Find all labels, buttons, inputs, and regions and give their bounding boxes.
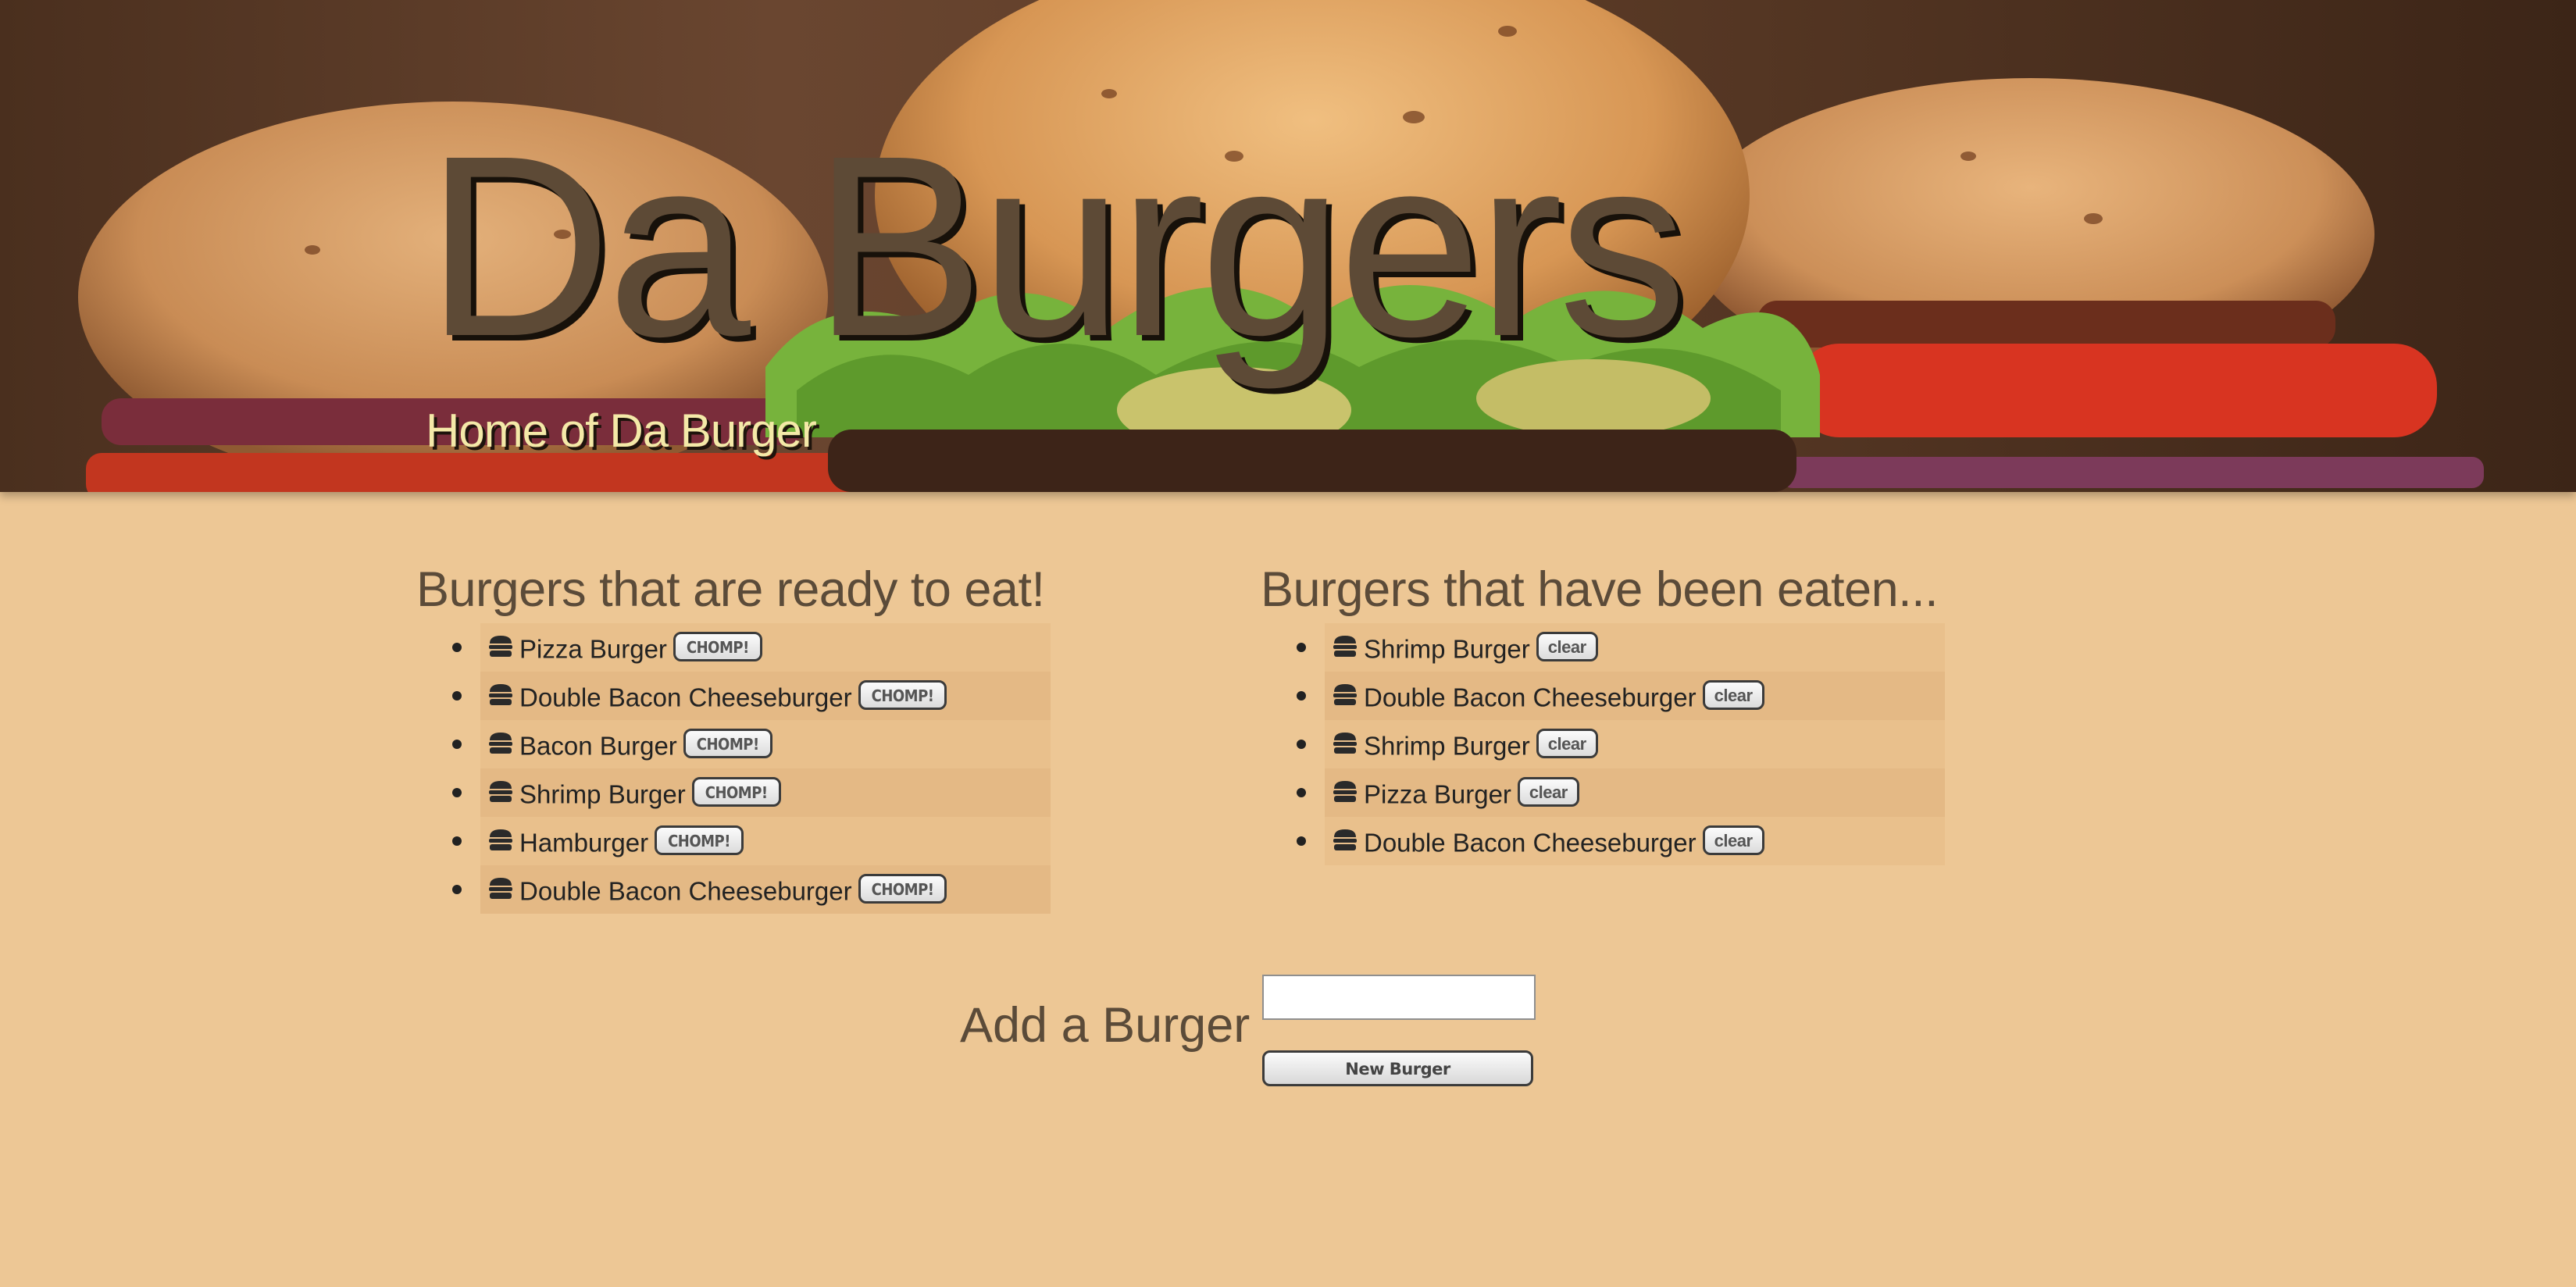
burger-name: Shrimp Burger: [1364, 731, 1530, 761]
burger-name: Shrimp Burger: [519, 779, 686, 809]
list-item: Shrimp Burger clear: [1297, 720, 1945, 768]
list-bullet: [1297, 691, 1306, 701]
hamburger-icon: [1333, 733, 1357, 754]
burger-name: Double Bacon Cheeseburger: [1364, 828, 1697, 857]
page-title: Da Burgers: [426, 102, 1687, 390]
hamburger-icon: [489, 829, 512, 851]
list-bullet: [452, 885, 462, 894]
chomp-button[interactable]: CHOMP!: [858, 680, 947, 711]
eaten-burger-list: Shrimp Burger clear Double Bacon Cheesebur…: [1261, 623, 1945, 865]
burger-name: Double Bacon Cheeseburger: [519, 876, 852, 906]
page-subtitle: Home of Da Burger: [426, 405, 817, 457]
new-burger-button[interactable]: New Burger: [1262, 1050, 1533, 1086]
chomp-button[interactable]: CHOMP!: [858, 874, 947, 904]
ready-to-eat-section: Burgers that are ready to eat! Pizza Bur…: [416, 556, 1051, 914]
burger-name: Shrimp Burger: [1364, 634, 1530, 664]
list-item: Pizza Burger clear: [1297, 768, 1945, 817]
list-bullet: [1297, 836, 1306, 846]
burger-name: Pizza Burger: [519, 634, 667, 664]
clear-button[interactable]: clear: [1702, 825, 1764, 856]
list-item: Bacon Burger CHOMP!: [452, 720, 1051, 768]
hamburger-icon: [489, 684, 512, 706]
burger-name-input[interactable]: [1262, 975, 1536, 1020]
hamburger-icon: [1333, 684, 1357, 706]
burger-name: Double Bacon Cheeseburger: [1364, 683, 1697, 712]
chomp-button[interactable]: CHOMP!: [655, 825, 744, 856]
list-bullet: [1297, 740, 1306, 749]
burger-name: Pizza Burger: [1364, 779, 1511, 809]
eaten-heading: Burgers that have been eaten...: [1261, 562, 1939, 617]
clear-button[interactable]: clear: [1702, 680, 1764, 711]
list-bullet: [452, 691, 462, 701]
list-bullet: [1297, 643, 1306, 652]
chomp-button[interactable]: CHOMP!: [691, 777, 781, 807]
clear-button[interactable]: clear: [1536, 729, 1598, 759]
hamburger-icon: [1333, 829, 1357, 851]
ready-burger-list: Pizza Burger CHOMP! Double Bacon Cheesebur…: [416, 623, 1051, 914]
list-item: Double Bacon Cheeseburger CHOMP!: [452, 865, 1051, 914]
clear-button[interactable]: clear: [1517, 777, 1579, 807]
hamburger-icon: [1333, 781, 1357, 803]
list-bullet: [452, 788, 462, 797]
hamburger-icon: [489, 781, 512, 803]
hamburger-icon: [489, 878, 512, 900]
list-item: Hamburger CHOMP!: [452, 817, 1051, 865]
hamburger-icon: [489, 733, 512, 754]
list-item: Double Bacon Cheeseburger CHOMP!: [452, 672, 1051, 720]
burger-name: Double Bacon Cheeseburger: [519, 683, 852, 712]
list-bullet: [1297, 788, 1306, 797]
burger-name: Bacon Burger: [519, 731, 677, 761]
list-item: Double Bacon Cheeseburger clear: [1297, 817, 1945, 865]
list-bullet: [452, 836, 462, 846]
ready-to-eat-heading: Burgers that are ready to eat!: [416, 562, 1045, 617]
eaten-section: Burgers that have been eaten... Shrimp B…: [1261, 556, 1945, 865]
clear-button[interactable]: clear: [1536, 632, 1598, 662]
burger-name: Hamburger: [519, 828, 649, 857]
list-item: Double Bacon Cheeseburger clear: [1297, 672, 1945, 720]
add-burger-heading: Add a Burger: [960, 998, 1251, 1053]
list-bullet: [452, 740, 462, 749]
list-item: Shrimp Burger clear: [1297, 623, 1945, 672]
list-bullet: [452, 643, 462, 652]
hamburger-icon: [489, 636, 512, 658]
list-item: Shrimp Burger CHOMP!: [452, 768, 1051, 817]
list-item: Pizza Burger CHOMP!: [452, 623, 1051, 672]
chomp-button[interactable]: CHOMP!: [673, 632, 762, 662]
chomp-button[interactable]: CHOMP!: [683, 729, 772, 759]
hero-banner: Da Burgers Home of Da Burger: [0, 0, 2576, 492]
hamburger-icon: [1333, 636, 1357, 658]
